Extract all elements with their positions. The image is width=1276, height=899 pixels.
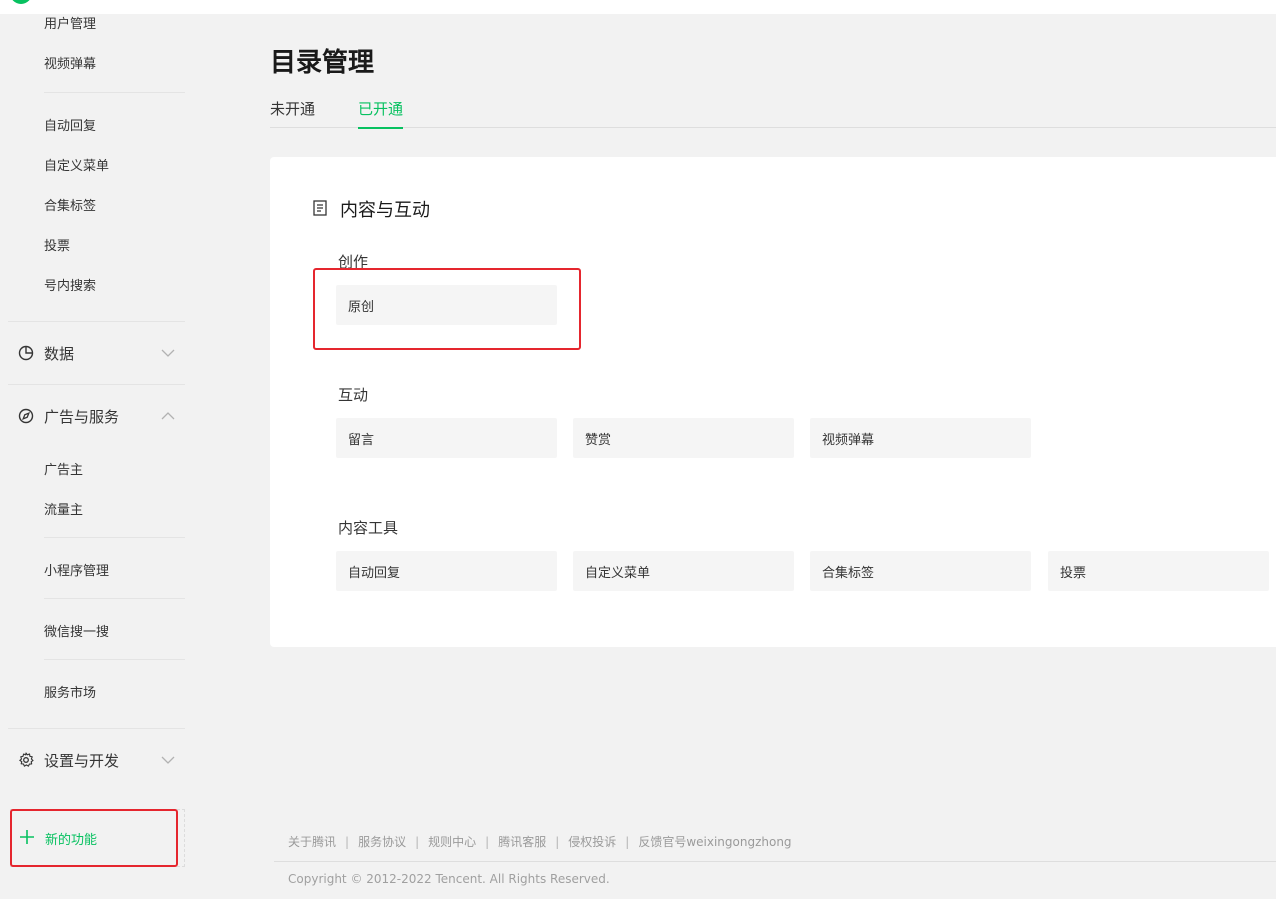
- footer-link-infringement[interactable]: 侵权投诉: [568, 835, 616, 849]
- section-title-content-tools: 内容工具: [338, 519, 399, 537]
- sidebar-item-wechat-search[interactable]: 微信搜一搜: [44, 621, 109, 640]
- tile-label: 合集标签: [822, 566, 875, 581]
- footer-link-about[interactable]: 关于腾讯: [288, 835, 336, 849]
- sidebar-group-label: 广告与服务: [44, 408, 120, 426]
- compass-icon: [18, 408, 34, 424]
- sidebar-item-mini-program[interactable]: 小程序管理: [44, 560, 109, 579]
- sidebar-item-in-account-search[interactable]: 号内搜索: [44, 275, 96, 294]
- footer-link-customer-service[interactable]: 腾讯客服: [498, 835, 546, 849]
- tile-label: 视频弹幕: [822, 433, 875, 448]
- sidebar-item-user-management[interactable]: 用户管理: [44, 13, 96, 32]
- footer-link-service-agreement[interactable]: 服务协议: [358, 835, 406, 849]
- chevron-down-icon: [161, 756, 175, 764]
- feature-tile-comments[interactable]: 留言: [336, 418, 557, 458]
- sidebar-item-collection-tags[interactable]: 合集标签: [44, 195, 96, 214]
- sidebar-divider: [8, 728, 185, 729]
- footer-separator: |: [415, 835, 420, 849]
- tile-label: 赞赏: [585, 433, 612, 448]
- sidebar-group-settings-dev[interactable]: 设置与开发: [8, 745, 185, 775]
- tile-label: 原创: [348, 300, 375, 315]
- tab-enabled[interactable]: 已开通: [358, 98, 404, 129]
- gear-icon: [19, 752, 34, 767]
- footer-separator: |: [625, 835, 630, 849]
- sidebar-group-ads-services[interactable]: 广告与服务: [8, 401, 185, 431]
- sidebar-item-vote[interactable]: 投票: [44, 235, 70, 254]
- footer-links: 关于腾讯 | 服务协议 | 规则中心 | 腾讯客服 | 侵权投诉 | 反馈官号weixingongz…: [288, 833, 792, 850]
- footer-separator: |: [555, 835, 560, 849]
- footer-link-feedback[interactable]: 反馈官号weixingongzhong: [638, 835, 791, 849]
- sidebar-divider: [8, 321, 185, 322]
- tile-label: 投票: [1060, 566, 1087, 581]
- feature-tile-original[interactable]: 原创: [336, 285, 557, 325]
- feature-tile-collection-tags[interactable]: 合集标签: [810, 551, 1031, 591]
- document-icon: [313, 200, 327, 216]
- tile-label: 留言: [348, 433, 375, 448]
- card-title: 内容与互动: [340, 200, 430, 221]
- sidebar-divider: [44, 537, 185, 538]
- new-feature-button[interactable]: 新的功能: [10, 809, 185, 867]
- tile-label: 自动回复: [348, 566, 401, 581]
- sidebar-divider: [8, 384, 185, 385]
- chevron-down-icon: [161, 349, 175, 357]
- sidebar-group-data[interactable]: 数据: [8, 338, 185, 368]
- top-bar: [0, 0, 1276, 14]
- tab-not-enabled[interactable]: 未开通: [270, 98, 315, 128]
- sidebar-group-label: 数据: [44, 345, 75, 363]
- sidebar-divider: [44, 659, 185, 660]
- plus-icon: [20, 830, 34, 844]
- sidebar-group-label: 设置与开发: [44, 752, 120, 770]
- copyright: Copyright © 2012-2022 Tencent. All Right…: [288, 872, 610, 886]
- sidebar-item-auto-reply[interactable]: 自动回复: [44, 115, 96, 134]
- sidebar-divider: [44, 92, 185, 93]
- sidebar-item-traffic-owner[interactable]: 流量主: [44, 499, 83, 518]
- footer-divider: [274, 861, 1276, 862]
- sidebar-item-custom-menu[interactable]: 自定义菜单: [44, 155, 109, 174]
- feature-tile-video-danmu[interactable]: 视频弹幕: [810, 418, 1031, 458]
- section-title-interaction: 互动: [338, 386, 369, 404]
- new-feature-label: 新的功能: [45, 833, 98, 848]
- footer-separator: |: [345, 835, 350, 849]
- pie-chart-icon: [18, 345, 34, 361]
- sidebar-item-video-danmu[interactable]: 视频弹幕: [44, 53, 96, 72]
- sidebar-divider: [44, 598, 185, 599]
- sidebar-item-service-market[interactable]: 服务市场: [44, 682, 96, 701]
- feature-tile-custom-menu[interactable]: 自定义菜单: [573, 551, 794, 591]
- content-interaction-card: 内容与互动 创作 原创 互动 留言 赞赏 视频弹幕 内容工具 自动回复 自定义菜…: [270, 157, 1276, 647]
- footer-link-rules-center[interactable]: 规则中心: [428, 835, 476, 849]
- feature-tile-vote[interactable]: 投票: [1048, 551, 1269, 591]
- footer-separator: |: [485, 835, 490, 849]
- sidebar-item-advertiser[interactable]: 广告主: [44, 459, 83, 478]
- page-title: 目录管理: [270, 48, 375, 78]
- tile-label: 自定义菜单: [585, 566, 651, 581]
- section-title-creation: 创作: [338, 253, 369, 271]
- chevron-up-icon: [161, 412, 175, 420]
- sidebar: 用户管理 视频弹幕 自动回复 自定义菜单 合集标签 投票 号内搜索 数据 广告与…: [0, 0, 185, 899]
- feature-tile-tipping[interactable]: 赞赏: [573, 418, 794, 458]
- feature-tile-auto-reply[interactable]: 自动回复: [336, 551, 557, 591]
- tab-bar: 未开通 已开通: [270, 98, 1276, 129]
